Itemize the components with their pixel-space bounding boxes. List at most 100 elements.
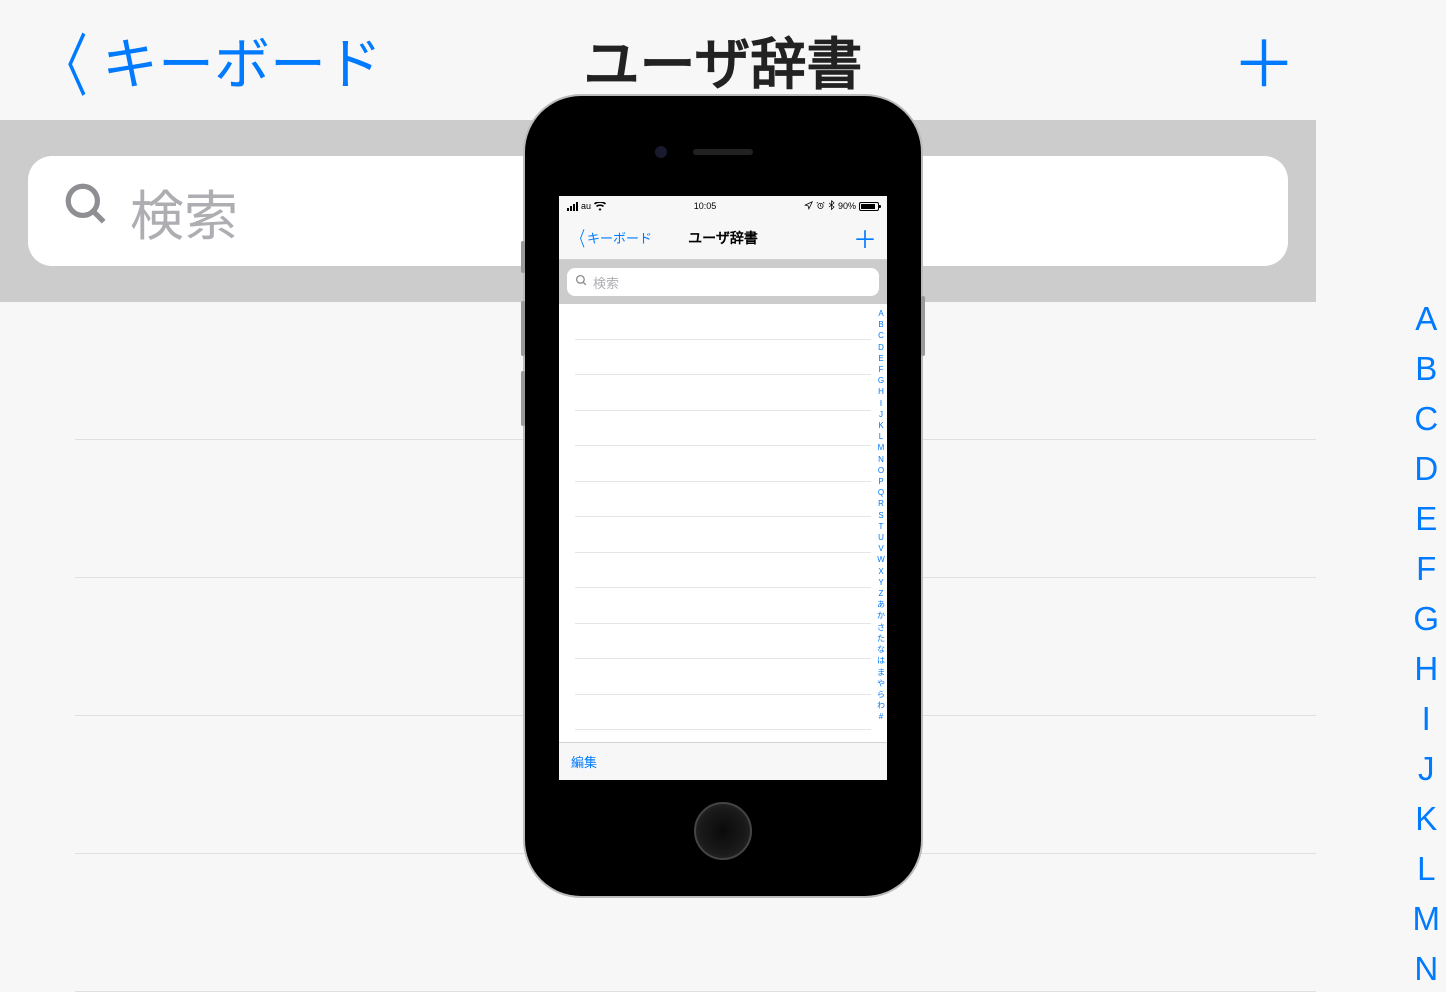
index-letter[interactable]: N <box>1413 950 1441 988</box>
index-letter[interactable]: M <box>877 442 885 453</box>
index-letter[interactable]: K <box>1413 800 1441 838</box>
index-letter[interactable]: B <box>1413 350 1441 388</box>
index-letter[interactable]: X <box>877 566 885 577</box>
carrier-label: au <box>581 201 591 211</box>
index-bar[interactable]: ABCDEFGHIJKLMNOPQRSTUVWXYZあかさたなはまやらわ# <box>877 308 885 723</box>
index-letter[interactable]: F <box>1413 550 1441 588</box>
phone-mute-switch <box>521 241 525 273</box>
phone-screen: au 10:05 <box>559 196 887 780</box>
add-button[interactable]: ＋ <box>853 220 877 255</box>
index-letter[interactable]: L <box>1413 850 1441 888</box>
search-placeholder: 検索 <box>593 273 619 292</box>
list-row[interactable] <box>575 517 871 553</box>
search-icon <box>62 180 112 243</box>
index-letter[interactable]: さ <box>877 622 885 633</box>
index-letter[interactable]: E <box>1413 500 1441 538</box>
bg-back-button[interactable]: 〈 キーボード <box>30 11 382 110</box>
list-row[interactable] <box>575 659 871 695</box>
back-button[interactable]: 〈 キーボード <box>569 223 652 252</box>
index-letter[interactable]: N <box>877 454 885 465</box>
index-letter[interactable]: I <box>877 398 885 409</box>
search-icon <box>575 274 588 290</box>
index-letter[interactable]: # <box>877 711 885 722</box>
edit-button[interactable]: 編集 <box>571 752 597 771</box>
index-letter[interactable]: T <box>877 521 885 532</box>
phone-volume-down <box>521 371 525 426</box>
index-letter[interactable]: G <box>877 375 885 386</box>
index-letter[interactable]: た <box>877 633 885 644</box>
list-row[interactable] <box>575 304 871 340</box>
index-letter[interactable]: あ <box>877 599 885 610</box>
nav-bar: 〈 キーボード ユーザ辞書 ＋ <box>559 216 887 260</box>
index-letter[interactable]: M <box>1413 900 1441 938</box>
index-letter[interactable]: J <box>877 409 885 420</box>
index-letter[interactable]: V <box>877 543 885 554</box>
bg-add-button[interactable]: ＋ <box>1232 14 1296 106</box>
index-letter[interactable]: F <box>877 364 885 375</box>
phone-camera <box>655 146 667 158</box>
index-letter[interactable]: ら <box>877 689 885 700</box>
battery-pct: 90% <box>838 201 856 211</box>
list-row[interactable] <box>575 340 871 376</box>
phone-power-button <box>921 296 925 356</box>
index-letter[interactable]: ま <box>877 667 885 678</box>
location-icon <box>804 201 813 212</box>
index-letter[interactable]: B <box>877 319 885 330</box>
list-rows <box>559 304 887 730</box>
index-letter[interactable]: W <box>877 554 885 565</box>
phone-volume-up <box>521 301 525 356</box>
index-letter[interactable]: A <box>877 308 885 319</box>
index-letter[interactable]: U <box>877 532 885 543</box>
bg-index-bar[interactable]: ABCDEFGHIJKLMN <box>1413 300 1441 988</box>
list-row[interactable] <box>575 375 871 411</box>
index-letter[interactable]: D <box>877 342 885 353</box>
index-letter[interactable]: は <box>877 655 885 666</box>
index-letter[interactable]: S <box>877 510 885 521</box>
index-letter[interactable]: Z <box>877 588 885 599</box>
index-letter[interactable]: D <box>1413 450 1441 488</box>
index-letter[interactable]: J <box>1413 750 1441 788</box>
list-row[interactable] <box>575 695 871 731</box>
index-letter[interactable]: C <box>877 330 885 341</box>
list-area: ABCDEFGHIJKLMNOPQRSTUVWXYZあかさたなはまやらわ# <box>559 304 887 742</box>
index-letter[interactable]: E <box>877 353 885 364</box>
list-row[interactable] <box>575 624 871 660</box>
alarm-icon <box>816 201 825 212</box>
back-label: キーボード <box>587 228 652 247</box>
index-letter[interactable]: Q <box>877 487 885 498</box>
phone-top-bezel <box>537 108 909 196</box>
list-row[interactable] <box>575 446 871 482</box>
list-row[interactable] <box>575 411 871 447</box>
index-letter[interactable]: R <box>877 498 885 509</box>
index-letter[interactable]: か <box>877 610 885 621</box>
search-container: 検索 <box>559 260 887 304</box>
index-letter[interactable]: H <box>877 386 885 397</box>
bg-search-placeholder: 検索 <box>130 172 238 251</box>
home-button[interactable] <box>694 802 752 860</box>
index-letter[interactable]: H <box>1413 650 1441 688</box>
chevron-left-icon: 〈 <box>40 11 88 110</box>
index-letter[interactable]: A <box>1413 300 1441 338</box>
bg-back-label: キーボード <box>102 20 382 101</box>
wifi-icon <box>594 202 606 211</box>
toolbar: 編集 <box>559 742 887 780</box>
phone-speaker <box>693 149 753 155</box>
index-letter[interactable]: P <box>877 476 885 487</box>
status-bar: au 10:05 <box>559 196 887 216</box>
index-letter[interactable]: K <box>877 420 885 431</box>
index-letter[interactable]: わ <box>877 700 885 711</box>
index-letter[interactable]: Y <box>877 577 885 588</box>
index-letter[interactable]: I <box>1413 700 1441 738</box>
index-letter[interactable]: O <box>877 465 885 476</box>
battery-icon <box>859 202 879 211</box>
index-letter[interactable]: L <box>877 431 885 442</box>
list-row[interactable] <box>575 553 871 589</box>
bluetooth-icon <box>828 200 835 212</box>
index-letter[interactable]: な <box>877 644 885 655</box>
list-row[interactable] <box>575 482 871 518</box>
index-letter[interactable]: C <box>1413 400 1441 438</box>
index-letter[interactable]: G <box>1413 600 1441 638</box>
search-input[interactable]: 検索 <box>567 268 879 296</box>
index-letter[interactable]: や <box>877 678 885 689</box>
list-row[interactable] <box>575 588 871 624</box>
